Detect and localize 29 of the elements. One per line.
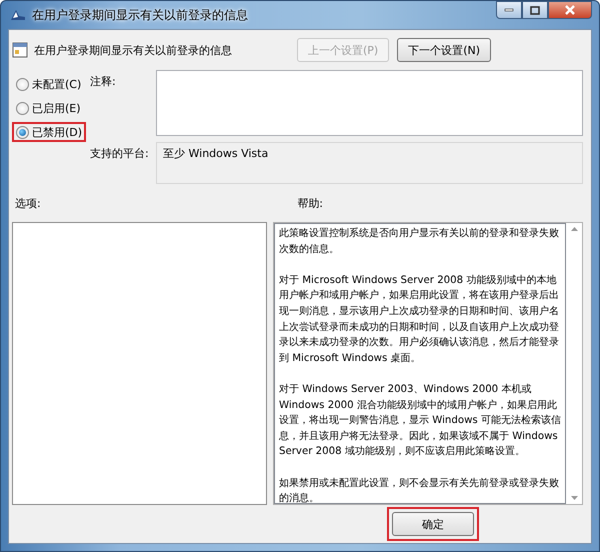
scroll-down-icon[interactable] (570, 496, 578, 500)
window-title: 在用户登录期间显示有关以前登录的信息 (32, 6, 248, 24)
platform-label: 支持的平台: (90, 146, 150, 162)
comment-field[interactable] (156, 70, 583, 136)
radio-button[interactable] (16, 102, 29, 114)
help-paragraph: 此策略设置控制系统是否向用户显示有关以前的登录和登录失败次数的信息。 (279, 226, 560, 257)
minimize-icon (504, 8, 514, 12)
help-paragraph: 对于 Microsoft Windows Server 2008 功能级别域中的本地用户帐户和域用户帐户，如果启用此设置，将在该用户登录后出现一则消息，显示该用户上次成功登录的日期和时间、该用户名上次尝试登录而未成功的日期和时间，以及自该用户上次成功登录以来未成功登录的次数。用户必须确认该消息，然后才能登录到 Microsoft Windows 桌面。 (279, 274, 560, 366)
platform-field: 至少 Windows Vista (156, 142, 583, 184)
next-setting-button[interactable]: 下一个设置(N) (397, 38, 491, 62)
close-icon (564, 5, 576, 15)
scroll-up-icon[interactable] (570, 227, 578, 231)
radio-button[interactable] (16, 78, 29, 90)
radio-label[interactable]: 已禁用(D) (32, 124, 82, 140)
radio-button[interactable] (16, 126, 29, 138)
help-label: 帮助: (297, 196, 323, 210)
radio-label[interactable]: 已启用(E) (32, 100, 81, 116)
setting-icon (12, 42, 28, 58)
maximize-icon (530, 6, 540, 14)
help-paragraph: 对于 Windows Server 2003、Windows 2000 本机或 Windows 2000 混合功能级别域中的域用户帐户，如果启用此设置，将出现一则警告消息，显示 Windows 可能无法检索该信息，并且该用户将无法登录。因此，如果该域不属于 Windows Server 2008 域功能级别，则不应该启用此策略设置。 (279, 382, 561, 460)
setting-title: 在用户登录期间显示有关以前登录的信息 (34, 42, 233, 58)
ok-button[interactable]: 确定 (392, 512, 474, 536)
options-label: 选项: (15, 196, 41, 210)
radio-label[interactable]: 未配置(C) (32, 76, 82, 92)
maximize-button[interactable] (522, 1, 548, 19)
close-button[interactable] (548, 1, 592, 19)
help-paragraph: 如果禁用或未配置此设置，则不会显示有关先前登录或登录失败的消息。 (279, 476, 560, 503)
minimize-button[interactable] (496, 1, 522, 19)
comment-label: 注释: (90, 74, 117, 90)
